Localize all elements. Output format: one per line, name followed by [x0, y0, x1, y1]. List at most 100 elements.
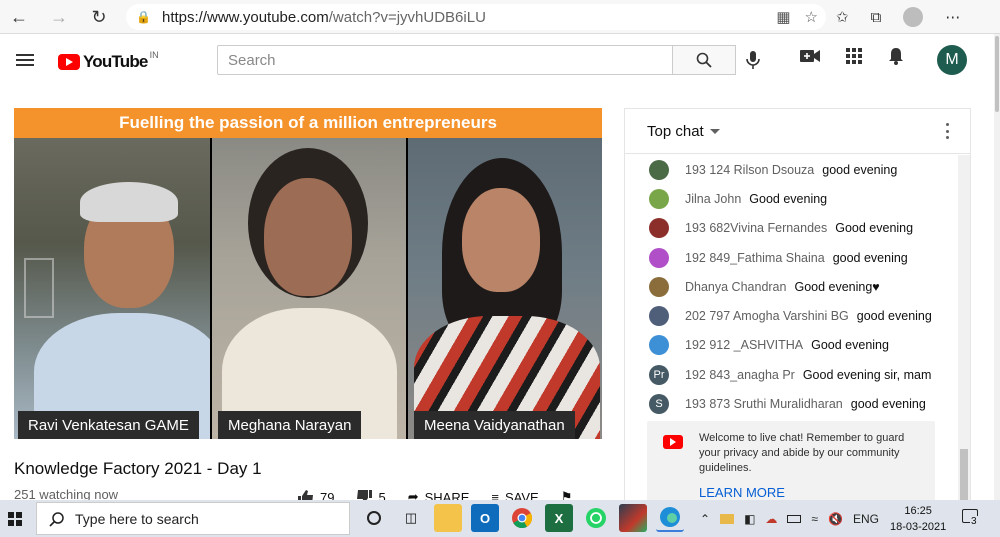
- logo-text: YouTube: [83, 52, 148, 71]
- chat-message[interactable]: 192 912 _ASHVITHA Good evening: [625, 331, 958, 360]
- chat-author-avatar[interactable]: [649, 335, 669, 356]
- chat-author-name[interactable]: Dhanya Chandran: [685, 280, 786, 294]
- header-actions: [800, 47, 904, 65]
- speaker-name-tag: Meena Vaidyanathan: [414, 411, 575, 439]
- chat-mode-selector[interactable]: Top chat: [625, 109, 970, 154]
- chat-message-text: good evening: [822, 162, 898, 177]
- whatsapp-icon[interactable]: [582, 504, 610, 532]
- chat-message[interactable]: 193 682Vivina Fernandes Good evening: [625, 214, 958, 243]
- chat-message-list: 193 124 Rilson Dsouza good evening Jilna J…: [625, 155, 958, 419]
- live-chat-panel: Top chat 193 124 Rilson Dsouza good eveni…: [624, 108, 971, 508]
- favorite-add-icon[interactable]: ☆: [805, 8, 818, 26]
- edge-icon[interactable]: [656, 504, 684, 532]
- chat-author-name[interactable]: 193 124 Rilson Dsouza: [685, 163, 814, 177]
- chat-author-avatar[interactable]: [649, 218, 669, 239]
- lock-icon: 🔒: [136, 10, 151, 24]
- chat-author-avatar[interactable]: S: [649, 394, 669, 415]
- chat-author-name[interactable]: Jilna John: [685, 192, 741, 206]
- chat-message[interactable]: 202 797 Amogha Varshini BG good evening: [625, 301, 958, 330]
- cortana-icon[interactable]: [360, 504, 388, 532]
- notifications-bell-icon[interactable]: [888, 47, 904, 65]
- device-icon[interactable]: ◧: [744, 512, 755, 526]
- chat-author-avatar[interactable]: [649, 188, 669, 209]
- search-input[interactable]: Search: [217, 45, 673, 75]
- menu-icon[interactable]: [16, 54, 34, 66]
- chat-message[interactable]: Pr 192 843_anagha Pr Good evening sir, mam: [625, 360, 958, 389]
- chat-message[interactable]: 192 849_Fathima Shaina good evening: [625, 243, 958, 272]
- outlook-icon[interactable]: O: [471, 504, 499, 532]
- forward-icon[interactable]: →: [42, 0, 76, 34]
- chat-message[interactable]: S 193 873 Sruthi Muralidharan good evening: [625, 389, 958, 418]
- chevron-up-icon[interactable]: ⌃: [700, 512, 710, 526]
- chat-author-avatar[interactable]: [649, 306, 669, 327]
- microphone-icon[interactable]: [745, 50, 761, 70]
- apps-grid-icon[interactable]: [846, 48, 862, 64]
- address-bar[interactable]: 🔒 https://www.youtube.com/watch?v=jyvhUD…: [126, 4, 826, 30]
- windows-taskbar: Type here to search ◫ O X ⌃ ◧ ☁ ≈ 🔇 ENG …: [0, 500, 1000, 537]
- chat-message[interactable]: Dhanya Chandran Good evening♥: [625, 272, 958, 301]
- clock-date: 18-03-2021: [890, 521, 947, 533]
- app-available-icon[interactable]: ▦: [776, 8, 790, 26]
- onedrive-icon[interactable]: ☁: [765, 512, 777, 526]
- notification-count: 3: [970, 516, 978, 527]
- task-view-icon[interactable]: ◫: [397, 504, 425, 532]
- youtube-logo[interactable]: YouTube IN: [58, 50, 159, 72]
- chat-author-avatar[interactable]: Pr: [649, 364, 669, 385]
- chat-message-text: good evening: [856, 309, 932, 324]
- url-host: https://www.youtube.com: [162, 8, 329, 26]
- taskbar-clock[interactable]: 16:25 18-03-2021: [890, 503, 946, 535]
- create-video-icon[interactable]: [800, 49, 820, 63]
- chevron-down-icon: [709, 128, 720, 134]
- windows-start-icon[interactable]: [8, 512, 22, 526]
- chat-message-text: Good evening♥: [794, 279, 880, 294]
- chat-message-text: Good evening sir, mam: [802, 367, 932, 382]
- video-banner: Fuelling the passion of a million entrep…: [14, 108, 602, 138]
- speaker-panel-2: Meghana Narayan: [212, 138, 406, 439]
- battery-icon[interactable]: [787, 514, 802, 523]
- chat-message-text: good evening: [832, 250, 908, 265]
- speaker-face: [462, 188, 540, 292]
- image-viewer-icon[interactable]: [619, 504, 647, 532]
- chrome-icon[interactable]: [508, 504, 536, 532]
- excel-icon[interactable]: X: [545, 504, 573, 532]
- chat-author-avatar[interactable]: [649, 276, 669, 297]
- collections-icon[interactable]: ⧉: [871, 9, 882, 26]
- browser-actions: ✩ ⧉ ⋯: [836, 0, 960, 34]
- chat-author-name[interactable]: 192 912 _ASHVITHA: [685, 338, 803, 352]
- refresh-icon[interactable]: ↻: [82, 0, 116, 34]
- chat-author-name[interactable]: 193 873 Sruthi Muralidharan: [685, 397, 843, 411]
- chat-author-name[interactable]: 192 843_anagha Pr: [685, 368, 795, 382]
- chat-author-avatar[interactable]: [649, 159, 669, 180]
- file-explorer-icon[interactable]: [434, 504, 462, 532]
- address-bar-actions: ▦ ☆: [776, 8, 818, 26]
- language-indicator[interactable]: ENG: [853, 512, 879, 526]
- chat-author-avatar[interactable]: [649, 247, 669, 268]
- chat-author-name[interactable]: 192 849_Fathima Shaina: [685, 251, 825, 265]
- folder-icon[interactable]: [720, 513, 735, 524]
- chat-message-text: good evening: [850, 397, 926, 412]
- video-player[interactable]: Fuelling the passion of a million entrep…: [14, 108, 602, 439]
- favorites-icon[interactable]: ✩: [836, 8, 849, 26]
- wifi-icon[interactable]: ≈: [811, 512, 818, 526]
- chat-message[interactable]: 193 124 Rilson Dsouza good evening: [625, 155, 958, 184]
- chat-author-name[interactable]: 193 682Vivina Fernandes: [685, 221, 827, 235]
- learn-more-link[interactable]: LEARN MORE: [699, 485, 785, 500]
- search-icon: [696, 52, 712, 68]
- chat-more-icon[interactable]: [946, 123, 950, 139]
- taskbar-search-input[interactable]: Type here to search: [36, 502, 350, 535]
- url-path: /watch?v=jyvhUDB6iLU: [328, 8, 486, 26]
- account-avatar[interactable]: M: [937, 45, 967, 75]
- back-icon[interactable]: ←: [2, 0, 36, 34]
- chat-welcome-banner: Welcome to live chat! Remember to guard …: [647, 421, 935, 507]
- volume-icon[interactable]: 🔇: [828, 512, 843, 526]
- system-tray: ⌃ ◧ ☁ ≈ 🔇 ENG: [700, 500, 879, 537]
- search-button[interactable]: [672, 45, 736, 75]
- profile-avatar[interactable]: [903, 7, 924, 27]
- chat-author-name[interactable]: 202 797 Amogha Varshini BG: [685, 309, 849, 323]
- chat-message[interactable]: Jilna John Good evening: [625, 184, 958, 213]
- page-scrollbar-thumb[interactable]: [995, 36, 999, 112]
- settings-more-icon[interactable]: ⋯: [945, 8, 960, 26]
- speaker-panel-3: Meena Vaidyanathan: [408, 138, 602, 439]
- welcome-text: Welcome to live chat! Remember to guard …: [699, 432, 905, 474]
- browser-toolbar: ← → ↻ 🔒 https://www.youtube.com/watch?v=…: [0, 0, 1000, 34]
